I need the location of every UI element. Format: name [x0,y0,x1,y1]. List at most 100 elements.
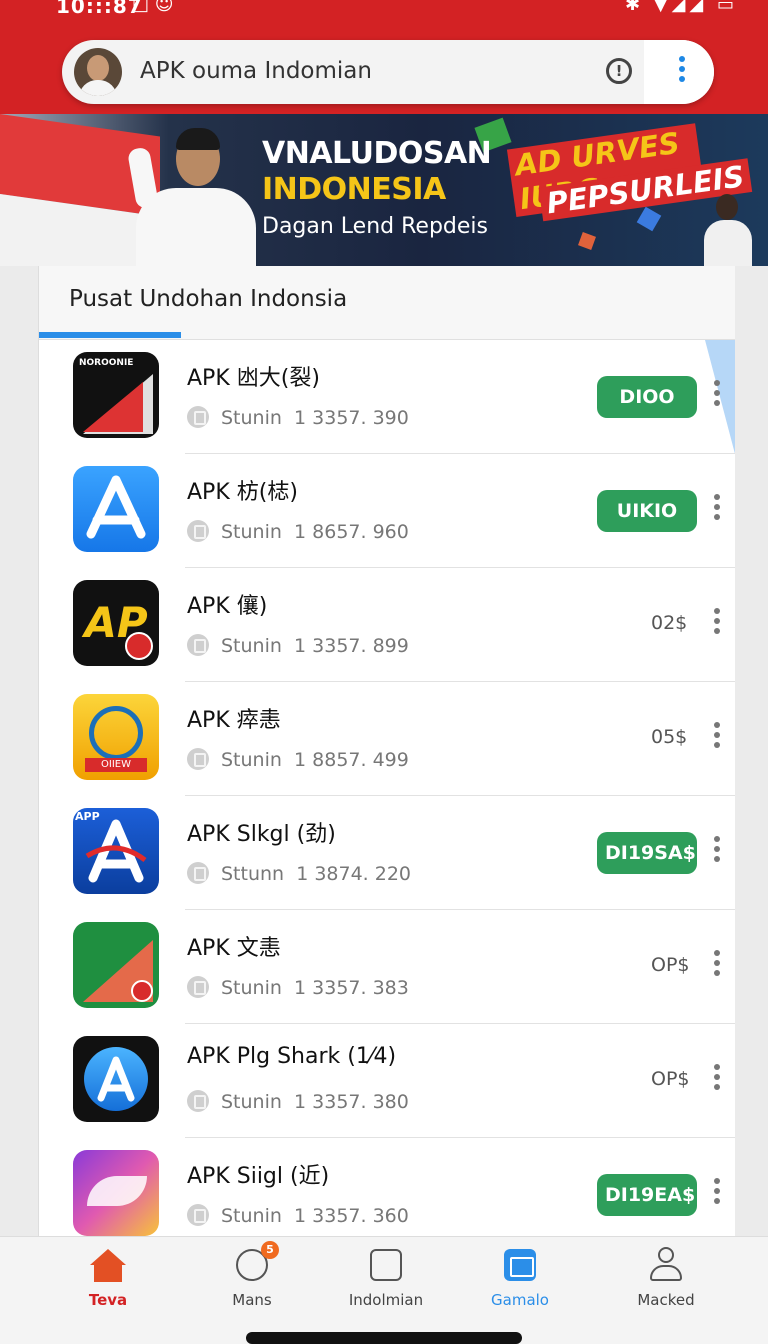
more-menu-icon[interactable] [713,494,721,526]
app-meta: Sttunn 1 3874. 220 [187,862,411,885]
price-label[interactable]: OP$ [651,954,690,976]
more-menu-icon[interactable] [713,608,721,640]
price-label[interactable]: OP$ [651,1068,690,1090]
app-meta-label: Sttunn [221,863,285,885]
download-button[interactable]: DIOO PA3 [597,376,697,450]
red-fan-app-icon[interactable]: NOROONIE [73,352,159,438]
download-count-icon [187,406,209,428]
list-item[interactable]: APK Siigl (近) Stunin 1 3357. 360 DI19EA$ [39,1138,735,1252]
app-meta-label: Stunin [221,521,282,543]
app-meta: Stunin 1 3357. 383 [187,976,409,999]
promo-banner[interactable]: VNALUDOSAN INDONESIA Dagan Lend Repdeis … [0,114,768,266]
app-meta-value: 1 3357. 390 [294,407,409,429]
app-store-glyph [85,819,147,883]
app-meta-label: Stunin [221,1205,282,1227]
app-title: APK Plg Shark (1⁄4) [187,1044,397,1069]
app-meta-value: 1 8857. 499 [294,749,409,771]
more-menu-icon[interactable] [678,56,686,88]
price-label[interactable]: 05$ [651,726,687,748]
status-bar: 10:::87 □ ☺ ✱ ▼◢◢ ▭ [0,0,768,20]
info-icon[interactable]: ! [606,58,632,84]
nav-item-mans[interactable]: 5 Mans [192,1241,312,1317]
app-store-glyph [97,1056,135,1102]
download-button[interactable]: UIKIO EA$ [597,490,697,564]
app-meta: Stunin 1 3357. 360 [187,1204,409,1227]
globe-yellow-icon[interactable]: OIIEW [73,694,159,780]
more-menu-icon[interactable] [713,722,721,754]
download-count-icon [187,634,209,656]
status-right-icons: ✱ ▼◢◢ ▭ [624,0,738,15]
nav-item-home[interactable]: Teva [48,1247,168,1317]
nav-item-gamalo[interactable]: Gamalo [460,1247,580,1317]
list-item[interactable]: AP APK 儴) Stunin 1 3357. 899 02$ [39,568,735,682]
app-title: APK 瘁恚 [187,708,281,733]
app-icon-label: NOROONIE [79,358,134,368]
blue-app-store-icon[interactable] [73,466,159,552]
download-button[interactable]: DI19EA$ [597,1174,697,1216]
app-meta: Stunin 1 3357. 380 [187,1090,409,1113]
app-title: APK 文恚 [187,936,281,961]
price-label[interactable]: 02$ [651,612,687,634]
blue-circle-app-icon[interactable] [73,1036,159,1122]
app-title: APK 凼大(裂) [187,366,320,391]
download-count-icon [187,1090,209,1112]
nav-label: Indolmian [348,1291,424,1309]
purple-wing-app-icon[interactable] [73,1150,159,1236]
status-time: 10:::87 [56,0,143,18]
more-menu-icon[interactable] [713,380,721,412]
app-meta-label: Stunin [221,749,282,771]
more-menu-icon[interactable] [713,1178,721,1210]
section-accent-bar [39,332,181,338]
more-menu-icon[interactable] [713,836,721,868]
nav-item-indolmian[interactable]: Indolmian [326,1247,446,1317]
status-left-icons: □ ☺ [132,0,174,15]
app-meta-value: 1 3874. 220 [296,863,412,885]
app-meta-label: Stunin [221,977,282,999]
nav-label: Mans [232,1291,272,1309]
app-red-blue-icon[interactable]: APP [73,808,159,894]
app-meta: Stunin 1 8657. 960 [187,520,409,543]
app-meta-value: 1 3357. 380 [294,1091,409,1113]
banner-subline: Dagan Lend Repdeis [262,214,488,239]
green-fan-app-icon[interactable] [73,922,159,1008]
section-header: Pusat Undohan Indonsia [39,266,735,340]
more-menu-icon[interactable] [713,950,721,982]
nav-item-macked[interactable]: Macked [606,1247,726,1317]
app-title: APK 枋(梽) [187,480,298,505]
download-count-icon [187,1204,209,1226]
nav-label: Macked [637,1291,695,1309]
search-bar[interactable]: APK ouma Indomian ! [62,40,714,104]
section-title: Pusat Undohan Indonsia [69,286,348,312]
app-meta-label: Stunin [221,635,282,657]
app-bar: APK ouma Indomian ! [0,20,768,114]
grid-box-icon [501,1247,539,1283]
download-button[interactable]: DI19SA$ [597,832,697,874]
banner-promo: AD URVES IURG PEPSURLEIS [506,121,753,237]
app-meta: Stunin 1 8857. 499 [187,748,409,771]
pen-circle-icon: 5 [233,1241,279,1283]
search-input[interactable]: APK ouma Indomian [140,58,372,84]
list-item[interactable]: APK Plg Shark (1⁄4) Stunin 1 3357. 380 O… [39,1024,735,1138]
nav-label: Teva [88,1291,128,1309]
banner-person-small [700,194,756,266]
app-meta-value: 1 3357. 383 [294,977,409,999]
app-meta-value: 1 3357. 899 [294,635,409,657]
list-item[interactable]: APK 文恚 Stunin 1 3357. 383 OP$ [39,910,735,1024]
download-count-icon [187,862,209,884]
home-icon [89,1247,127,1283]
banner-person-illustration [116,124,256,266]
ap-yellow-icon[interactable]: AP [73,580,159,666]
download-count-icon [187,976,209,998]
home-indicator[interactable] [246,1332,522,1344]
avatar[interactable] [74,48,122,96]
list-item[interactable]: OIIEW APK 瘁恚 Stunin 1 8857. 499 05$ [39,682,735,796]
list-item[interactable]: APP APK Slkgl (劲) Sttunn 1 3874. 220 DI1… [39,796,735,910]
app-store-glyph [86,475,146,539]
app-meta-value: 1 3357. 360 [294,1205,409,1227]
app-meta: Stunin 1 3357. 390 [187,406,409,429]
app-title: APK Siigl (近) [187,1164,330,1189]
list-item[interactable]: APK 枋(梽) Stunin 1 8657. 960 UIKIO EA$ [39,454,735,568]
list-item[interactable]: NOROONIE APK 凼大(裂) Stunin 1 3357. 390 DI… [39,340,735,454]
more-menu-icon[interactable] [713,1064,721,1096]
app-icon-label: OIIEW [85,758,147,772]
